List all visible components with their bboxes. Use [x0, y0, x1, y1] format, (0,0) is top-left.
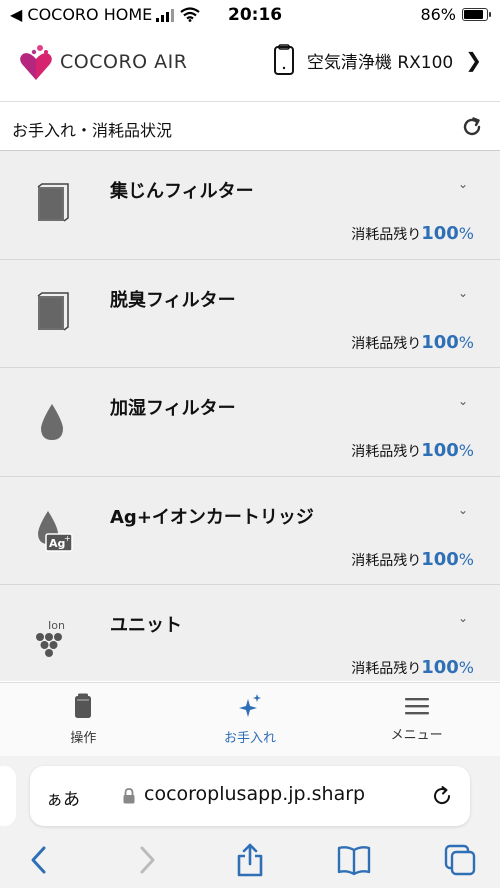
previous-tab-preview[interactable]	[0, 766, 16, 826]
remaining-value: 100	[421, 331, 459, 353]
list-item-humidifier-filter[interactable]: 加湿フィルター ⌄ 消耗品残り 100 %	[0, 368, 500, 477]
refresh-icon[interactable]	[460, 115, 484, 139]
remaining-value: 100	[421, 548, 459, 570]
water-drop-icon	[41, 404, 63, 440]
back-arrow-icon[interactable]	[22, 842, 58, 878]
lock-icon	[123, 788, 135, 804]
text-size-button[interactable]: ぁあ	[46, 785, 80, 810]
remaining-status: 消耗品残り 100 %	[351, 657, 474, 678]
ion-unit-icon: Ion	[36, 619, 65, 657]
remaining-unit: %	[458, 658, 474, 677]
chevron-right-icon: ❯	[465, 48, 482, 72]
svg-text:+: +	[64, 534, 71, 543]
battery-icon	[462, 8, 491, 21]
tab-maintenance[interactable]: お手入れ	[167, 683, 334, 756]
chevron-down-icon[interactable]: ⌄	[458, 394, 468, 408]
device-selector-button[interactable]: 空気清浄機 RX100 ❯	[273, 44, 482, 76]
air-purifier-icon	[273, 44, 294, 75]
device-name[interactable]: 空気清浄機 RX100	[307, 48, 453, 73]
item-name: ユニット	[110, 615, 182, 636]
section-header: お手入れ・消耗品状況	[0, 103, 500, 151]
back-to-app[interactable]: ◀ COCORO HOME	[10, 5, 200, 24]
ag-ion-drop-icon: Ag +	[38, 510, 73, 552]
chevron-down-icon[interactable]: ⌄	[458, 611, 468, 625]
remaining-status: 消耗品残り 100 %	[351, 440, 474, 461]
bookmarks-icon[interactable]	[336, 842, 372, 878]
purifier-icon	[75, 693, 92, 718]
remaining-unit: %	[458, 441, 474, 460]
browser-chrome: ぁあ cocoroplusapp.jp.sharp	[0, 756, 500, 888]
reload-icon[interactable]	[430, 784, 454, 808]
list-item-ag-ion-cartridge[interactable]: Ag + Ag+イオンカートリッジ ⌄ 消耗品残り 100 %	[0, 476, 500, 585]
address-bar[interactable]: ぁあ cocoroplusapp.jp.sharp	[30, 766, 470, 826]
remaining-label: 消耗品残り	[351, 227, 422, 243]
bottom-tab-bar: 操作 お手入れ メニュー	[0, 682, 500, 756]
remaining-label: 消耗品残り	[351, 444, 422, 460]
remaining-unit: %	[458, 332, 474, 352]
list-item-ion-unit[interactable]: Ion ユニット ⌄ 消耗品残り 100 %	[0, 585, 500, 681]
chevron-down-icon[interactable]: ⌄	[458, 286, 468, 300]
list-item-deodorizing-filter[interactable]: 脱臭フィルター ⌄ 消耗品残り 100 %	[0, 259, 500, 368]
browser-toolbar	[0, 842, 500, 882]
filter-icon	[37, 291, 69, 331]
section-title: お手入れ・消耗品状況	[12, 121, 173, 140]
remaining-status: 消耗品残り 100 %	[351, 223, 474, 244]
share-icon[interactable]	[232, 842, 268, 878]
svg-text:Ion: Ion	[48, 619, 65, 632]
url-text[interactable]: cocoroplusapp.jp.sharp	[144, 783, 365, 805]
chevron-down-icon[interactable]: ⌄	[458, 503, 468, 517]
tab-label: メニュー	[390, 728, 443, 743]
remaining-label: 消耗品残り	[351, 552, 422, 569]
remaining-status: 消耗品残り 100 %	[351, 332, 474, 353]
wifi-icon	[180, 7, 200, 22]
remaining-value: 100	[421, 657, 459, 678]
sparkle-icon	[239, 694, 261, 717]
cocoro-air-logo: COCORO AIR	[18, 42, 187, 82]
item-name: 加湿フィルター	[110, 398, 236, 419]
filter-icon	[37, 183, 69, 222]
remaining-value: 100	[421, 223, 459, 244]
remaining-unit: %	[458, 224, 474, 243]
signal-icon	[156, 8, 175, 22]
tabs-icon[interactable]	[442, 842, 478, 878]
clock: 20:16	[228, 5, 283, 25]
tab-label: 操作	[70, 731, 97, 746]
chevron-down-icon[interactable]: ⌄	[458, 177, 468, 191]
battery-percent: 86%	[420, 5, 456, 24]
tab-operation[interactable]: 操作	[0, 683, 167, 756]
item-name: 集じんフィルター	[110, 181, 254, 202]
status-bar: ◀ COCORO HOME 20:16 86%	[0, 0, 500, 30]
heart-logo-icon	[20, 45, 52, 80]
app-header: COCORO AIR 空気清浄機 RX100 ❯	[0, 30, 500, 102]
remaining-unit: %	[458, 549, 474, 569]
list-item-dust-filter[interactable]: 集じんフィルター ⌄ 消耗品残り 100 %	[0, 151, 500, 260]
battery-level	[464, 10, 483, 19]
hamburger-icon	[404, 698, 429, 715]
logo-text: COCORO AIR	[60, 51, 188, 73]
remaining-status: 消耗品残り 100 %	[351, 549, 474, 570]
tab-menu[interactable]: メニュー	[333, 683, 500, 756]
remaining-label: 消耗品残り	[351, 335, 422, 352]
remaining-label: 消耗品残り	[351, 661, 422, 677]
svg-text:Ag: Ag	[49, 537, 65, 550]
consumables-list: 集じんフィルター ⌄ 消耗品残り 100 % 脱臭フィルター ⌄ 消耗品残り 1…	[0, 151, 500, 681]
remaining-value: 100	[421, 440, 459, 461]
item-name: Ag+イオンカートリッジ	[110, 506, 314, 528]
item-name: 脱臭フィルター	[110, 289, 236, 311]
forward-arrow-icon[interactable]	[128, 842, 164, 878]
back-app-label[interactable]: ◀ COCORO HOME	[10, 5, 152, 24]
tab-label: お手入れ	[224, 731, 277, 746]
